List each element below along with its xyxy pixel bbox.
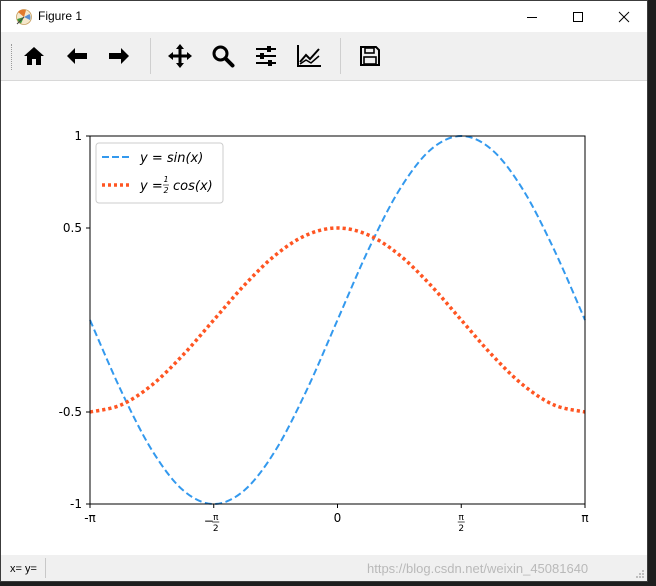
figure-canvas[interactable]: -1 -0.5 0.5 1 -π − π 2 0 π 2 π y = sin(x) y = 1 2 … xyxy=(1,81,647,553)
navigation-toolbar xyxy=(1,32,647,81)
forward-button[interactable] xyxy=(103,40,135,72)
app-icon xyxy=(15,8,33,26)
cursor-coordinates: x= y= xyxy=(10,563,37,575)
x-tick-label-numerator: π xyxy=(459,513,465,523)
y-tick-label: 0.5 xyxy=(63,221,82,235)
toolbar-grip xyxy=(11,44,15,70)
title-bar: Figure 1 xyxy=(1,1,647,32)
legend-label-cos-prefix: y = xyxy=(139,179,163,194)
toolbar-separator xyxy=(340,38,341,74)
arrow-right-icon xyxy=(109,48,129,64)
status-bar: x= y= https://blog.csdn.net/weixin_45081… xyxy=(1,555,647,581)
zoom-button[interactable] xyxy=(207,40,239,72)
plot-svg: -1-0.50.51 -π − π20 π2π y = sin(x) y = 1 2 … xyxy=(59,129,589,534)
edit-axes-button[interactable] xyxy=(293,40,325,72)
watermark-text: https://blog.csdn.net/weixin_45081640 xyxy=(367,561,589,576)
legend-label-cos-func: cos(x) xyxy=(173,179,213,194)
x-tick-label-denominator: 2 xyxy=(458,524,464,534)
status-separator xyxy=(45,558,46,578)
close-icon xyxy=(618,11,630,22)
floppy-disk-icon xyxy=(360,46,380,66)
legend-label-sin: y = sin(x) xyxy=(139,151,203,166)
minimize-button[interactable] xyxy=(509,1,555,32)
x-tick-label-numerator: π xyxy=(213,513,219,523)
magnifier-icon xyxy=(212,45,235,68)
legend: y = sin(x) y = 1 2 cos(x) xyxy=(95,142,224,204)
window-title: Figure 1 xyxy=(38,9,83,23)
home-button[interactable] xyxy=(18,40,50,72)
home-icon xyxy=(24,47,44,65)
maximize-icon xyxy=(573,11,583,22)
configure-subplots-button[interactable] xyxy=(250,40,282,72)
sliders-icon xyxy=(256,46,276,66)
move-icon xyxy=(168,44,192,68)
arrow-left-icon xyxy=(67,48,87,64)
back-button[interactable] xyxy=(61,40,93,72)
resize-grip-icon[interactable] xyxy=(635,569,645,579)
minimize-icon xyxy=(527,16,537,18)
y-tick-label: -0.5 xyxy=(59,405,82,419)
close-button[interactable] xyxy=(601,1,647,32)
legend-frac-numerator: 1 xyxy=(163,175,168,184)
maximize-button[interactable] xyxy=(555,1,601,32)
x-tick-label: π xyxy=(581,511,588,525)
pan-button[interactable] xyxy=(164,40,196,72)
figure-window: Figure 1 -1 -0.5 0.5 1 -π − π 2 0 π 2 π … xyxy=(0,0,648,582)
toolbar-separator xyxy=(150,38,151,74)
legend-frac-denominator: 2 xyxy=(163,186,168,195)
save-button[interactable] xyxy=(354,40,386,72)
x-tick-label: 0 xyxy=(334,511,342,525)
line-chart-icon xyxy=(297,45,321,67)
x-tick-label: -π xyxy=(84,511,96,525)
y-tick-label: -1 xyxy=(70,497,82,511)
y-tick-label: 1 xyxy=(74,129,82,143)
x-tick-label-denominator: 2 xyxy=(213,524,219,534)
